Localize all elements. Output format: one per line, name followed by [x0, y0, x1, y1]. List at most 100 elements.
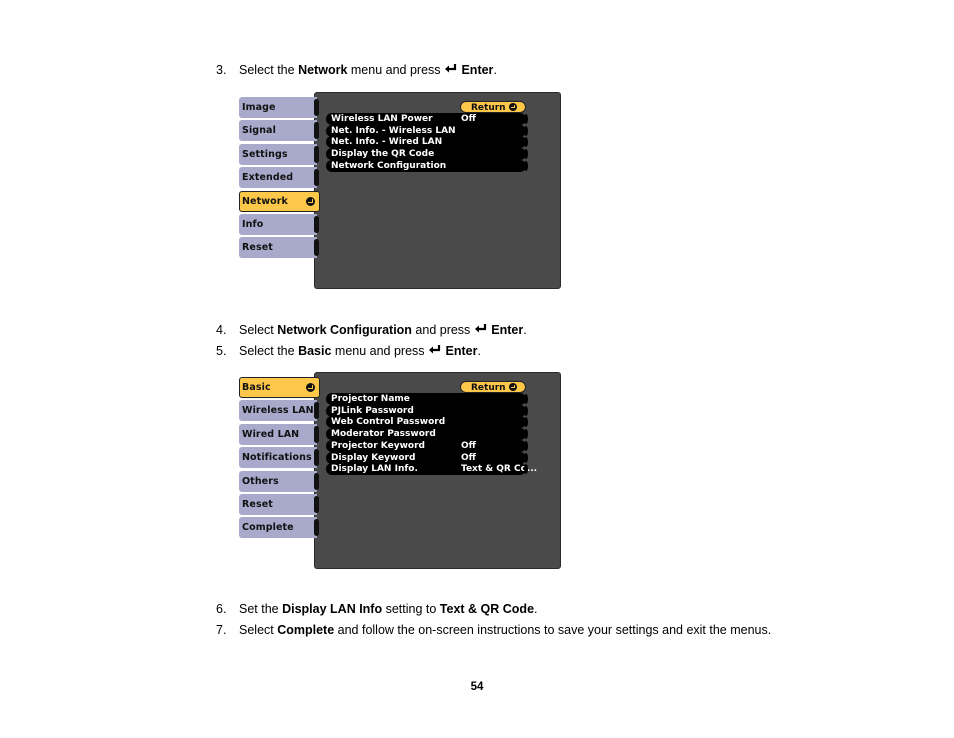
step-number: 6. — [216, 602, 227, 616]
item-label: Moderator Password — [331, 429, 436, 440]
menu-item[interactable]: Display Keyword Off — [326, 451, 528, 464]
return-button[interactable]: Return — [460, 101, 526, 113]
item-label: Display LAN Info. — [331, 464, 418, 475]
step-text: Select Network Configuration and press E… — [239, 322, 527, 338]
item-value: Off — [461, 452, 476, 463]
step-text-fragment: . — [523, 323, 527, 337]
step-text-fragment: Select — [239, 623, 278, 637]
step-text: Set the Display LAN Info setting to Text… — [239, 601, 538, 617]
enter-icon — [306, 196, 315, 206]
item-label: Projector Name — [331, 394, 410, 404]
menu-tab-image[interactable]: Image — [239, 97, 319, 118]
menu-tab-others[interactable]: Others — [239, 470, 319, 492]
tab-label: Wired LAN — [242, 428, 300, 440]
step-text-fragment: setting to — [382, 602, 440, 616]
bold-term: Enter — [487, 323, 524, 337]
menu-item[interactable]: Net. Info. - Wired LAN — [326, 136, 528, 149]
item-label: Web Control Password — [331, 417, 446, 428]
menu-tab-signal[interactable]: Signal — [239, 120, 319, 142]
menu-tab-notifications[interactable]: Notifications — [239, 447, 319, 469]
item-label: Display Keyword — [331, 452, 416, 463]
menu-item[interactable]: Display LAN Info. Text & QR Co... — [326, 463, 537, 476]
bold-term: Network Configuration — [277, 323, 412, 337]
menu-item[interactable]: Display the QR Code — [326, 148, 528, 161]
step-text: Select the Basic menu and press Enter. — [239, 343, 481, 359]
menu-tab-wired-lan[interactable]: Wired LAN — [239, 423, 319, 445]
tab-label: Extended — [242, 172, 294, 184]
step-text: Select the Network menu and press Enter. — [239, 62, 497, 78]
item-label: Wireless LAN Power — [331, 114, 433, 124]
menu-tab-settings[interactable]: Settings — [239, 143, 319, 165]
return-button[interactable]: Return — [460, 381, 526, 393]
tab-label: Wireless LAN — [242, 405, 314, 417]
tab-label: Others — [242, 475, 279, 487]
tab-label: Network — [242, 195, 288, 207]
step-text-fragment: and press — [411, 323, 474, 337]
step-text: Select Complete and follow the on-screen… — [239, 622, 771, 638]
page-number: 54 — [470, 681, 484, 693]
step-number: 5. — [216, 344, 227, 358]
menu-item[interactable]: Projector Keyword Off — [326, 439, 528, 452]
menu-item[interactable]: Web Control Password — [326, 416, 528, 429]
return-label: Return — [471, 103, 506, 113]
enter-icon — [509, 383, 517, 391]
item-label: PJLink Password — [331, 405, 414, 416]
tab-label: Image — [242, 102, 276, 113]
item-label: Net. Info. - Wired LAN — [331, 137, 443, 148]
step-text-fragment: Set the — [239, 602, 283, 616]
tab-label: Settings — [242, 148, 288, 160]
step-text-fragment: Select the — [239, 344, 299, 358]
bold-term: Network — [298, 63, 348, 77]
menu-item[interactable]: PJLink Password — [326, 404, 528, 417]
menu-tab-network[interactable]: Network — [239, 190, 320, 212]
tab-label: Reset — [242, 242, 273, 254]
menu-tab-reset[interactable]: Reset — [239, 237, 319, 259]
menu-tab-extended[interactable]: Extended — [239, 167, 319, 189]
menu-tab-reset[interactable]: Reset — [239, 494, 319, 515]
step-number: 3. — [216, 63, 227, 77]
tab-label: Signal — [242, 125, 276, 137]
bold-term: Enter — [442, 344, 478, 358]
menu-item[interactable]: Moderator Password — [326, 428, 528, 441]
item-label: Network Configuration — [331, 160, 447, 171]
item-label: Net. Info. - Wireless LAN — [331, 125, 456, 136]
bold-term: Text & QR Code — [439, 602, 535, 616]
menu-item[interactable]: Net. Info. - Wireless LAN — [326, 124, 528, 137]
menu-tab-wireless-lan[interactable]: Wireless LAN — [239, 400, 319, 422]
tab-label: Basic — [242, 382, 271, 393]
item-value: Off — [461, 440, 476, 451]
tab-label: Complete — [242, 522, 294, 534]
enter-icon — [509, 103, 517, 111]
step-text-fragment: and follow the on-screen instructions to… — [334, 623, 772, 637]
menu-item[interactable]: Network Configuration — [326, 159, 528, 172]
projector-menu-network: Image Signal Settings Extended Network Info Re… — [238, 92, 562, 291]
return-label: Return — [471, 383, 506, 393]
item-label: Display the QR Code — [331, 149, 435, 160]
step-text-fragment: . — [477, 344, 481, 358]
tab-label: Reset — [242, 499, 273, 510]
menu-tab-basic[interactable]: Basic — [239, 377, 320, 398]
tab-label: Info — [242, 219, 264, 230]
projector-menu-basic: Basic Wireless LAN Wired LAN Notifications O… — [238, 372, 562, 571]
step-text-fragment: Select the — [239, 63, 299, 77]
step-number: 4. — [216, 323, 227, 337]
item-label: Projector Keyword — [331, 440, 425, 451]
enter-icon — [428, 344, 442, 358]
bold-term: Display LAN Info — [282, 602, 383, 616]
item-value: Text & QR Co... — [461, 464, 538, 475]
step-text-fragment: Select — [239, 323, 278, 337]
menu-tab-complete[interactable]: Complete — [239, 517, 319, 539]
tab-label: Notifications — [242, 452, 312, 464]
enter-icon — [444, 63, 458, 77]
menu-item[interactable]: Projector Name — [326, 393, 528, 405]
bold-term: Enter — [458, 63, 494, 77]
bold-term: Basic — [298, 344, 332, 358]
menu-item[interactable]: Wireless LAN Power Off — [326, 113, 528, 125]
menu-tab-info[interactable]: Info — [239, 214, 319, 235]
bold-term: Complete — [277, 623, 335, 637]
step-text-fragment: menu and press — [331, 344, 429, 358]
step-text-fragment: . — [534, 602, 538, 616]
step-text-fragment: menu and press — [347, 63, 444, 77]
item-value: Off — [461, 114, 476, 124]
step-number: 7. — [216, 623, 227, 637]
